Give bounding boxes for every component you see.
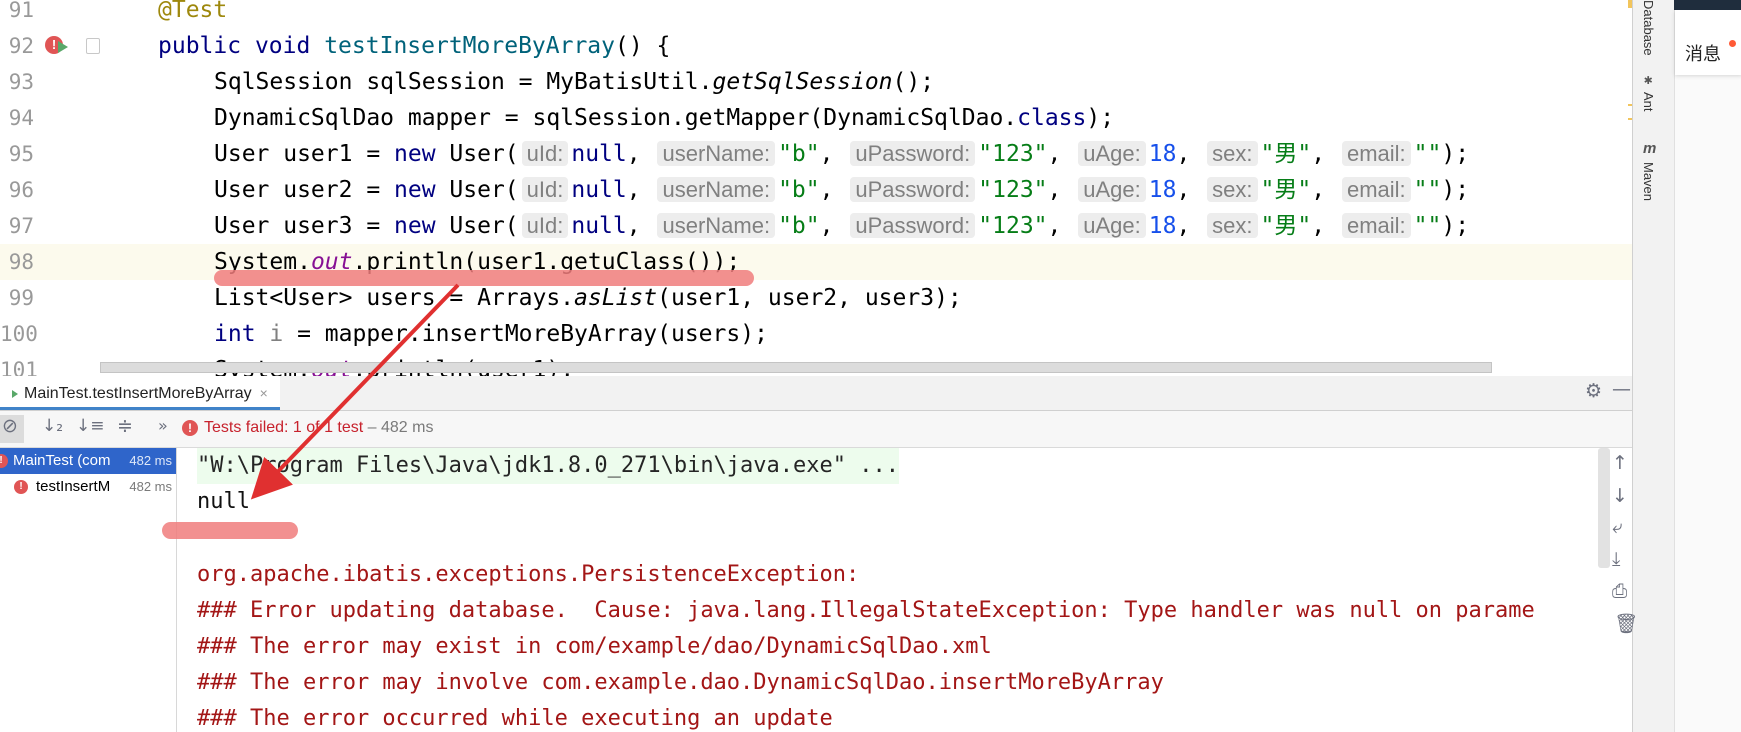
console-scrollbar[interactable]: [1598, 448, 1610, 568]
close-tab-icon[interactable]: ×: [260, 385, 268, 401]
code-line[interactable]: 93 SqlSession sqlSession = MyBatisUtil.g…: [0, 64, 1632, 100]
line-number: 91: [8, 0, 34, 22]
run-tab-bar: MainTest.testInsertMoreByArray × ⚙ —: [0, 376, 1632, 411]
param-hint: uPassword:: [850, 213, 976, 238]
console-line: null: [197, 489, 250, 514]
code-line[interactable]: 97 User user3 = new User(uId: null, userN…: [0, 208, 1632, 244]
code-editor[interactable]: 91 @Test 92 public void testInsertMoreBy…: [0, 0, 1632, 376]
line-number: 98: [8, 250, 34, 274]
soft-wrap-icon[interactable]: ⤶: [1612, 516, 1623, 538]
notification-dot: [1729, 40, 1736, 47]
param-hint: userName:: [657, 141, 776, 166]
param-hint: sex:: [1207, 141, 1258, 166]
code-line[interactable]: 96 User user2 = new User(uId: null, userN…: [0, 172, 1632, 208]
line-number: 100: [0, 322, 38, 346]
line-number: 93: [8, 70, 34, 94]
settings-gear-icon[interactable]: ⚙: [1585, 380, 1602, 402]
red-underline-annotation: [214, 270, 754, 286]
run-arrow-icon[interactable]: [58, 41, 68, 53]
up-arrow-icon[interactable]: ↑: [1612, 452, 1628, 474]
code-line[interactable]: 95 User user1 = new User(uId: null, userN…: [0, 136, 1632, 172]
console-line: "W:\Program Files\Java\jdk1.8.0_271\bin\…: [197, 448, 899, 484]
line-number: 96: [8, 178, 34, 202]
param-hint: uAge:: [1078, 177, 1146, 202]
fold-icon[interactable]: [86, 38, 100, 54]
code-line[interactable]: 100 int i = mapper.insertMoreByArray(use…: [0, 316, 1632, 352]
param-hint: uAge:: [1078, 213, 1146, 238]
line-number: 95: [8, 142, 34, 166]
tests-status: Tests failed: 1 of 1 test – 482 ms: [204, 419, 434, 436]
param-hint: email:: [1341, 141, 1411, 166]
run-tool-window: MainTest.testInsertMoreByArray × ⚙ — ⊘ ↓₂…: [0, 376, 1632, 732]
right-tool-strip: Database ✱ Ant m Maven: [1632, 0, 1675, 732]
run-tab[interactable]: MainTest.testInsertMoreByArray ×: [0, 376, 280, 410]
console-output[interactable]: "W:\Program Files\Java\jdk1.8.0_271\bin\…: [178, 448, 1598, 732]
code-line[interactable]: 91 @Test: [0, 0, 1632, 28]
param-hint: sex:: [1207, 177, 1258, 202]
print-icon[interactable]: ⎙: [1612, 580, 1627, 602]
param-hint: uAge:: [1078, 141, 1146, 166]
scroll-to-end-icon[interactable]: ⤓: [1612, 548, 1620, 570]
line-number: 94: [8, 106, 34, 130]
test-results-tree[interactable]: ! MainTest (com 482 ms ! testInsertM 482…: [0, 448, 177, 732]
line-number: 92: [8, 34, 34, 58]
maven-icon: m: [1643, 140, 1657, 157]
param-hint: sex:: [1207, 213, 1258, 238]
line-number: 101: [0, 358, 38, 376]
run-config-icon: [12, 389, 18, 398]
ant-icon: ✱: [1644, 72, 1653, 88]
database-tool-tab[interactable]: Database: [1641, 0, 1656, 56]
annotation-token: @Test: [158, 0, 228, 23]
red-underline-annotation: [162, 522, 298, 539]
console-line: ### Error updating database. Cause: java…: [197, 598, 1535, 623]
param-hint: uPassword:: [850, 141, 976, 166]
top-dark-bar: [1674, 0, 1741, 10]
run-tab-label: MainTest.testInsertMoreByArray: [24, 385, 252, 402]
console-line: ### The error may involve com.example.da…: [197, 670, 1164, 695]
minimize-icon[interactable]: —: [1612, 378, 1631, 400]
failed-icon: !: [14, 480, 28, 494]
param-hint: email:: [1341, 177, 1411, 202]
failed-icon: !: [0, 454, 8, 468]
param-hint: uId:: [521, 177, 569, 202]
sort-duration-icon[interactable]: ↓≡: [76, 416, 105, 436]
down-arrow-icon[interactable]: ↓: [1612, 485, 1628, 507]
horizontal-scrollbar[interactable]: [100, 362, 1492, 373]
code-line[interactable]: 94 DynamicSqlDao mapper = sqlSession.get…: [0, 100, 1632, 136]
line-number: 99: [8, 286, 34, 310]
line-number: 97: [8, 214, 34, 238]
test-runner-toolbar: ⊘ ↓₂ ↓≡ ≑ » ! Tests failed: 1 of 1 test …: [0, 411, 1632, 448]
param-hint: userName:: [657, 213, 776, 238]
code-line[interactable]: 92 public void testInsertMoreByArray() {: [0, 28, 1632, 64]
tree-node-test[interactable]: ! testInsertM 482 ms: [0, 474, 176, 500]
message-button[interactable]: 消息: [1675, 10, 1741, 75]
param-hint: uId:: [521, 213, 569, 238]
tests-failed-icon: !: [182, 420, 198, 436]
console-line: org.apache.ibatis.exceptions.Persistence…: [197, 562, 860, 587]
param-hint: userName:: [657, 177, 776, 202]
console-line: ### The error may exist in com/example/d…: [197, 634, 992, 659]
console-side-toolbar: ↑ ↓ ⤶ ⤓ ⎙ 🗑: [1612, 448, 1638, 732]
maven-tool-tab[interactable]: Maven: [1641, 162, 1656, 201]
more-icon[interactable]: »: [158, 416, 168, 435]
param-hint: uPassword:: [850, 177, 976, 202]
message-panel: 消息: [1674, 0, 1741, 732]
sort-alpha-icon[interactable]: ↓₂: [42, 416, 63, 436]
trash-icon[interactable]: 🗑: [1614, 612, 1638, 635]
message-label: 消息: [1685, 44, 1721, 65]
expand-all-icon[interactable]: ≑: [117, 415, 133, 437]
ant-tool-tab[interactable]: Ant: [1641, 92, 1656, 112]
param-hint: uId:: [521, 141, 569, 166]
tree-node-suite[interactable]: ! MainTest (com 482 ms: [0, 448, 176, 474]
param-hint: email:: [1341, 213, 1411, 238]
stop-icon[interactable]: ⊘: [2, 415, 18, 437]
console-line: ### The error occurred while executing a…: [197, 706, 833, 731]
